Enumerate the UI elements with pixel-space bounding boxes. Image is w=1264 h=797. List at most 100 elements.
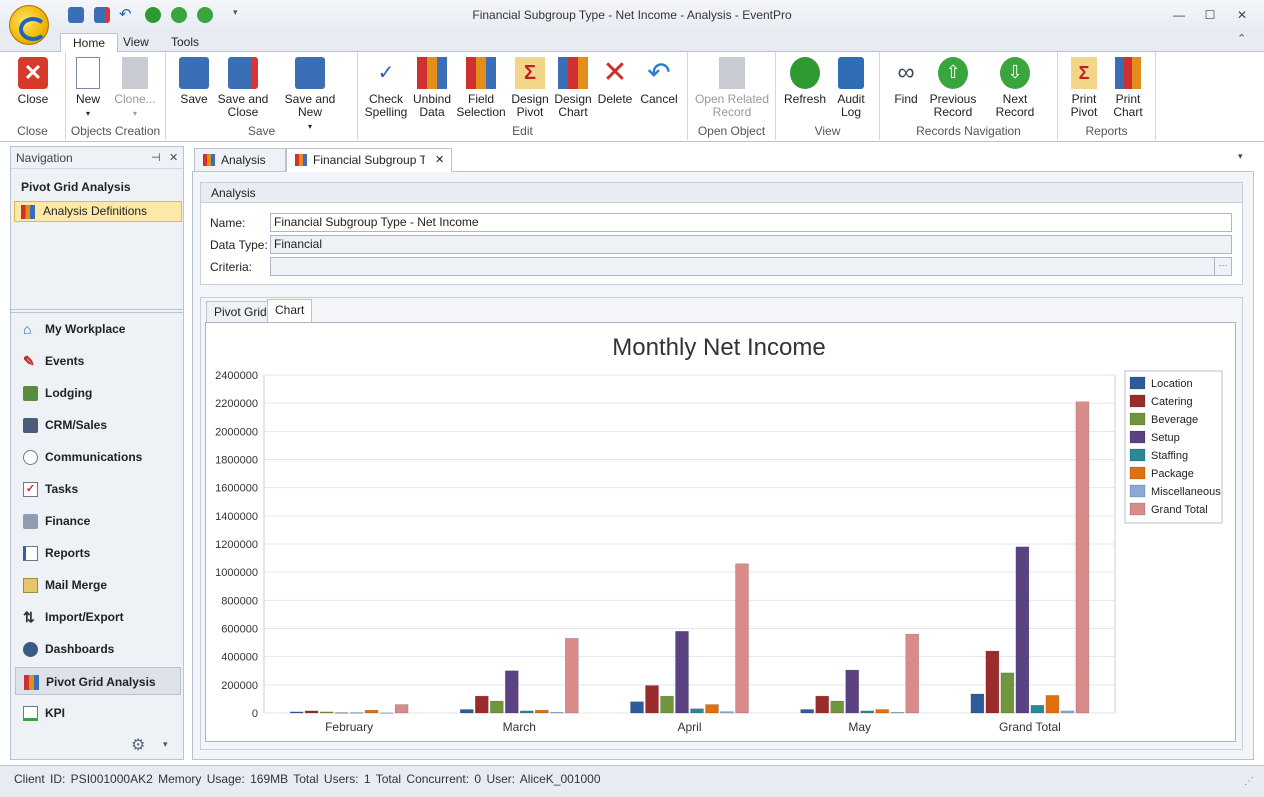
doc-tab-financial-subgroup[interactable]: Financial Subgroup Type ✕ [286,148,452,172]
nav-crm-sales[interactable]: CRM/Sales [15,411,181,439]
chart-area: Monthly Net Income 0 200000 400000 600000 80… [205,322,1236,742]
print-pivot-icon: Σ [1071,57,1097,89]
window-title: Financial Subgroup Type - Net Income - A… [472,8,792,22]
app-logo-icon[interactable] [9,5,49,45]
undo-arrow-icon: ↶ [647,57,671,88]
print-pivot-button[interactable]: Σ Print Pivot [1064,57,1104,119]
nav-dashboards[interactable]: Dashboards [15,635,181,663]
clone-button[interactable]: Clone... ▾ [112,57,158,120]
design-pivot-button[interactable]: Σ Design Pivot [508,57,552,119]
arrow-up-icon: ⇧ [938,57,968,89]
nav-events[interactable]: ✎ Events [15,347,181,375]
nav-communications[interactable]: Communications [15,443,181,471]
save-and-close-button[interactable]: Save and Close [216,57,270,119]
tabs-dropdown-icon[interactable]: ▾ [1238,151,1243,162]
group-records-navigation: ∞ Find ⇧ Previous Record ⇩ Next Record R… [880,52,1058,140]
unbind-data-button[interactable]: Unbind Data [410,57,454,119]
save-icon [179,57,209,89]
chart-tab-strip: Pivot Grid Chart [205,299,1240,323]
save-new-icon [295,57,325,89]
tab-chart[interactable]: Chart [267,299,313,323]
field-selection-icon [466,57,496,89]
resize-grip-icon[interactable]: ⋰ [1244,776,1254,787]
net-income-chart: Monthly Net Income 0 200000 400000 600000 80… [215,334,1223,734]
ribbon-tab-row: Home View Tools ⌃ [0,30,1264,53]
design-pivot-icon: Σ [515,57,545,89]
new-button[interactable]: New ▾ [70,57,106,120]
y-tick-label: 800000 [221,595,258,607]
tab-tools[interactable]: Tools [159,33,211,53]
legend-label: Location [1151,378,1193,390]
navigation-pane: Navigation ⊣ ✕ Pivot Grid Analysis Analy… [10,146,184,760]
print-chart-button[interactable]: Print Chart [1108,57,1148,119]
design-chart-icon [558,57,588,89]
analysis-definitions-item[interactable]: Analysis Definitions [14,201,182,222]
nav-finance[interactable]: Finance [15,507,181,535]
bar-grand-total [735,563,749,714]
chart-icon [21,205,35,219]
name-field[interactable]: Financial Subgroup Type - Net Income [270,213,1232,232]
new-dropdown-icon: ▾ [85,109,90,118]
criteria-field[interactable] [270,257,1232,276]
find-button[interactable]: ∞ Find [888,57,924,106]
close-window-button[interactable]: ✕ [1229,6,1255,24]
next-record-button[interactable]: ⇩ Next Record [982,57,1048,119]
ribbon: ✕ Close Close New ▾ Clone... ▾ Objects Cre… [0,52,1264,142]
bar-miscellaneous [1060,710,1075,714]
bar-package [705,704,719,714]
bar-package [535,709,549,714]
bar-grand-total [394,704,409,714]
nav-tasks[interactable]: ✓ Tasks [15,475,181,503]
field-selection-button[interactable]: Field Selection [456,57,506,119]
bar-location [460,709,474,714]
cancel-button[interactable]: ↶ Cancel [638,57,680,106]
save-button[interactable]: Save [174,57,214,106]
tab-pivot-grid[interactable]: Pivot Grid [206,301,275,323]
close-tab-icon[interactable]: ✕ [435,149,444,171]
nav-settings-gear-icon[interactable]: ⚙ [131,735,145,755]
check-spelling-button[interactable]: ✓ Check Spelling [364,57,408,119]
maximize-button[interactable]: ☐ [1197,6,1223,24]
legend-box [1124,370,1223,524]
nav-my-workplace[interactable]: ⌂ My Workplace [15,315,181,343]
design-chart-button[interactable]: Design Chart [552,57,594,119]
arrow-down-icon: ⇩ [1000,57,1030,89]
criteria-ellipsis-button[interactable]: ··· [1214,258,1231,275]
nav-pivot-grid-analysis[interactable]: Pivot Grid Analysis [15,667,181,695]
analysis-panel-title: Analysis [201,183,1242,203]
nav-lodging[interactable]: Lodging [15,379,181,407]
audit-log-button[interactable]: Audit Log [832,57,870,119]
y-tick-label: 400000 [221,652,258,664]
open-related-record-button[interactable]: Open Related Record [692,57,772,119]
close-nav-icon[interactable]: ✕ [169,151,178,164]
previous-record-button[interactable]: ⇧ Previous Record [928,57,978,119]
y-tick-label: 0 [252,708,258,720]
collapse-ribbon-icon[interactable]: ⌃ [1237,32,1246,45]
pin-icon[interactable]: ⊣ [151,151,161,164]
bar-staffing [860,710,874,714]
group-save: Save Save and Close Save and New ▾ Save [166,52,358,140]
doc-tab-analysis[interactable]: Analysis [194,148,286,172]
y-tick-label: 2400000 [215,370,258,382]
tab-view[interactable]: View [111,33,161,53]
nav-section-title: Pivot Grid Analysis [21,180,131,194]
nav-kpi[interactable]: KPI [15,699,181,727]
close-button[interactable]: ✕ Close [8,57,58,106]
tab-home[interactable]: Home [60,33,119,53]
nav-import-export[interactable]: ⇅ Import/Export [15,603,181,631]
nav-options-dropdown-icon[interactable]: ▾ [163,739,168,750]
y-tick-label: 1800000 [215,455,258,467]
legend-swatch [1129,394,1146,408]
nav-mail-merge[interactable]: Mail Merge [15,571,181,599]
nav-reports[interactable]: Reports [15,539,181,567]
minimize-button[interactable]: — [1166,6,1192,24]
save-and-new-button[interactable]: Save and New ▾ [272,57,348,133]
nav-splitter[interactable] [11,309,183,313]
bar-setup [505,670,519,714]
delete-button[interactable]: ✕ Delete [596,57,634,106]
legend-label: Miscellaneous [1151,486,1221,498]
refresh-button[interactable]: Refresh [782,57,828,106]
data-type-field[interactable]: Financial [270,235,1232,254]
group-objects: New ▾ Clone... ▾ Objects Creation [66,52,166,140]
document-tab-strip: Analysis Financial Subgroup Type ✕ ▾ [192,146,1254,172]
